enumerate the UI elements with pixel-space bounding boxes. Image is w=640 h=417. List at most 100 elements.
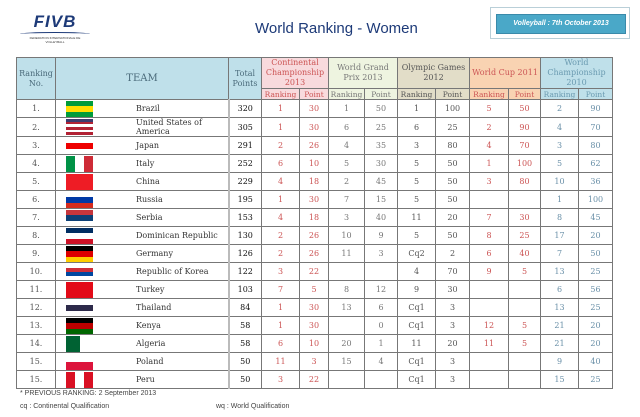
wc-point: 70 [508,136,541,155]
wc-ranking [469,190,509,209]
table-row: 1. Brazil 320 1 30 1 50 1 100 5 50 2 90 [16,99,613,118]
team-name: Italy [136,159,155,168]
flag-icon [66,318,93,334]
gp-point: 12 [364,280,398,299]
total-points: 153 [227,208,262,227]
wch-ranking: 6 [540,280,579,299]
wch-point: 90 [578,99,613,118]
gp-ranking: 11 [328,244,365,263]
table-row: 10. Republic of Korea 122 3 22 4 70 9 5 13 25 [16,262,613,281]
cc-ranking: 3 [261,262,300,281]
og-ranking: 3 [397,136,436,155]
flag-icon [66,246,93,262]
wch-ranking: 7 [540,244,579,263]
flag-icon [66,119,93,135]
cc-point: 30 [299,117,329,137]
wc-point: 5 [508,334,541,353]
team-name: Russia [136,195,163,204]
team-cell: Russia [55,190,229,209]
ranking-table: Ranking No. TEAM Total Points Continenta… [16,57,613,389]
gp-point: 6 [364,298,398,317]
team-name: Japan [136,141,160,150]
gp-ranking: 13 [328,298,365,317]
flag-icon [66,156,93,172]
flag-icon [66,174,93,190]
gp-ranking: 2 [328,172,365,191]
team-cell: Germany [55,244,229,263]
rank-number: 3. [16,136,56,155]
cc-point: 30 [299,316,329,335]
total-points: 305 [227,117,262,137]
cc-point: 30 [299,190,329,209]
flag-icon [66,101,93,117]
wch-point: 62 [578,154,613,173]
rank-number: 2. [16,117,56,137]
cc-ranking: 1 [261,190,300,209]
cc-ranking: 1 [261,99,300,118]
cc-point: 10 [299,334,329,353]
og-point: 3 [435,370,470,389]
subheader-wc-point: Point [508,88,541,100]
table-row: 6. Russia 195 1 30 7 15 5 50 1 100 [16,190,613,209]
table-row: 9. Germany 126 2 26 11 3 Cq2 2 6 40 7 50 [16,244,613,263]
gp-point: 1 [364,334,398,353]
header-total: Total Points [228,57,262,100]
wc-point: 80 [508,172,541,191]
cc-point: 10 [299,154,329,173]
wch-ranking: 17 [540,226,579,245]
team-name: United States of America [136,118,202,136]
og-point: 50 [435,226,470,245]
wch-ranking: 4 [540,117,579,137]
gp-point: 0 [364,316,398,335]
total-points: 195 [227,190,262,209]
header-world-cup: World Cup 2011 [469,57,541,89]
flag-icon [66,210,93,226]
rank-number: 6. [16,190,56,209]
wc-point: 5 [508,262,541,281]
og-ranking: 5 [397,172,436,191]
gp-point: 25 [364,117,398,137]
rank-number: 9. [16,244,56,263]
total-points: 126 [227,244,262,263]
subheader-cc-point: Point [299,88,329,100]
team-cell: Peru [55,370,229,389]
table-row: 5. China 229 4 18 2 45 5 50 3 80 10 36 [16,172,613,191]
og-ranking: 5 [397,190,436,209]
table-row: 15. Poland 50 11 3 15 4 Cq1 3 9 40 [16,352,613,371]
wch-ranking: 8 [540,208,579,227]
gp-ranking [328,316,365,335]
team-name: Peru [136,375,155,384]
rank-number: 5. [16,172,56,191]
fivb-logo: FIVB FEDERATION INTERNATIONALE DE VOLLEY… [20,12,90,44]
gp-point: 40 [364,208,398,227]
subheader-og-point: Point [435,88,470,100]
total-points: 252 [227,154,262,173]
gp-ranking: 7 [328,190,365,209]
team-name: Poland [136,357,164,366]
og-ranking: 6 [397,117,436,137]
wc-ranking [469,352,509,371]
wch-ranking: 13 [540,262,579,281]
gp-point: 15 [364,190,398,209]
cc-ranking: 1 [261,117,300,137]
rank-number: 11. [16,280,56,299]
total-points: 58 [227,316,262,335]
wc-point: 40 [508,244,541,263]
header-olympic: Olympic Games 2012 [397,57,470,89]
wc-ranking [469,280,509,299]
cc-ranking: 1 [261,298,300,317]
team-name: Algeria [136,339,166,348]
gp-ranking: 15 [328,352,365,371]
flag-icon [66,372,93,388]
wc-ranking: 1 [469,154,509,173]
og-ranking: 5 [397,226,436,245]
cc-ranking: 11 [261,352,300,371]
wch-point: 25 [578,370,613,389]
og-ranking: Cq1 [397,316,436,335]
team-cell: Thailand [55,298,229,317]
og-point: 3 [435,352,470,371]
team-cell: Italy [55,154,229,173]
team-cell: Algeria [55,334,229,353]
wch-ranking: 21 [540,334,579,353]
og-point: 70 [435,262,470,281]
